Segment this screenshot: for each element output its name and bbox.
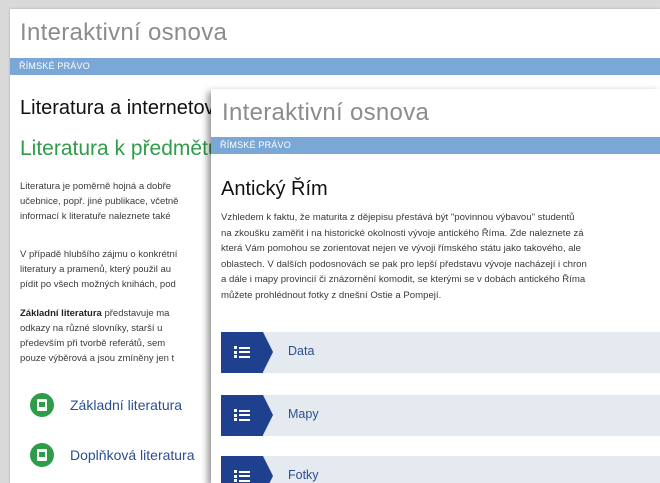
menu-icon-box: [221, 332, 273, 373]
breadcrumb[interactable]: ŘÍMSKÉ PRÁVO: [19, 61, 90, 71]
text-line: která Vám pomohou se zorientovat nejen v…: [221, 243, 581, 254]
text-line: a dále i mapy provincií či znázornění ko…: [221, 274, 586, 285]
list-icon: [234, 346, 250, 358]
basic-literature-paragraph: Základní literatura představuje ma odkaz…: [20, 306, 225, 366]
menu-item-data[interactable]: Data: [221, 332, 660, 373]
text-line: Literatura je poměrně hojná a dobře: [20, 181, 172, 192]
link-label: Základní literatura: [70, 397, 183, 413]
bold-term: Základní literatura: [20, 308, 102, 319]
menu-item-label: Mapy: [288, 407, 319, 421]
interest-paragraph: V případě hlubšího zájmu o konkrétní lit…: [20, 247, 225, 292]
breadcrumb-bar: ŘÍMSKÉ PRÁVO: [10, 58, 660, 75]
front-window: Interaktivní osnova ŘÍMSKÉ PRÁVO Antický…: [211, 89, 660, 483]
section-title: Literatura k předmětu: [20, 137, 220, 160]
menu-icon-box: [221, 395, 273, 436]
breadcrumb[interactable]: ŘÍMSKÉ PRÁVO: [220, 140, 291, 150]
document-icon: [30, 443, 54, 467]
menu-item-maps[interactable]: Mapy: [221, 395, 660, 436]
menu-item-label: Data: [288, 344, 315, 358]
text-line: V případě hlubšího zájmu o konkrétní: [20, 249, 178, 260]
text-line: oblastech. V dalších podosnovách se pak …: [221, 258, 587, 270]
intro-paragraph: Literatura je poměrně hojná a dobře učeb…: [20, 179, 225, 224]
list-icon: [234, 409, 250, 421]
intro-paragraph: Vzhledem k faktu, že maturita z dějepisu…: [221, 210, 587, 303]
list-icon: [234, 470, 250, 482]
text-line: pídit po všech možných knihách, pod: [20, 279, 176, 290]
text-line: můžete prohlédnout fotky z dnešní Ostie …: [221, 289, 442, 301]
document-icon: [30, 393, 54, 417]
text-fragment: představuje ma: [101, 308, 170, 319]
text-line: literatury a pramenů, který použil au: [20, 264, 172, 275]
app-title: Interaktivní osnova: [222, 99, 430, 126]
text-line: pouze výběrová a jsou zmíněny jen t: [20, 353, 175, 364]
text-line: Vzhledem k faktu, že maturita z dějepisu…: [221, 212, 575, 223]
menu-item-label: Fotky: [288, 468, 319, 482]
text-line: na zkoušku zaměřit i na historické okoln…: [221, 227, 584, 239]
breadcrumb-bar: ŘÍMSKÉ PRÁVO: [211, 137, 660, 154]
link-supplementary-literature[interactable]: Doplňková literatura: [30, 442, 195, 468]
menu-item-photos[interactable]: Fotky: [221, 456, 660, 483]
link-label: Doplňková literatura: [70, 447, 195, 463]
app-title: Interaktivní osnova: [20, 19, 228, 46]
link-basic-literature[interactable]: Základní literatura: [30, 392, 182, 418]
text-line: informací k literatuře naleznete také: [20, 211, 171, 222]
page-title: Antický Řím: [221, 178, 328, 200]
text-line: především při tvorbě referátů, sem: [20, 338, 166, 349]
menu-icon-box: [221, 456, 273, 483]
text-line: Základní literatura představuje ma: [20, 306, 225, 321]
text-line: učebnice, popř. jiné publikace, včetně: [20, 196, 179, 207]
text-line: odkazy na různé slovníky, starší u: [20, 323, 163, 334]
